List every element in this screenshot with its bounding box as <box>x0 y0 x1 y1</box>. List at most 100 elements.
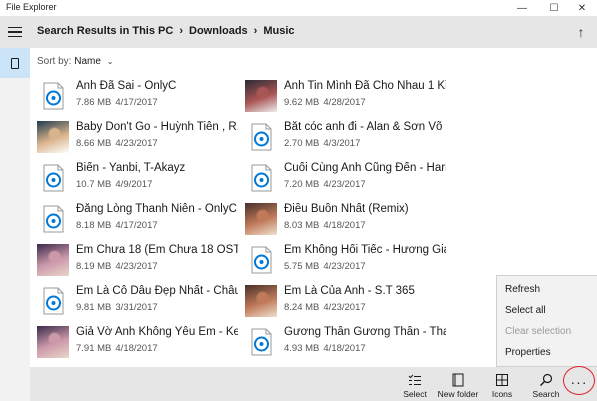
file-date: 4/18/2017 <box>323 343 366 354</box>
file-name: Đắng Lòng Thanh Niên - OnlyC , <box>76 203 238 215</box>
close-button[interactable]: ✕ <box>567 0 597 16</box>
file-meta: 8.66 MB 4/23/2017 <box>76 138 158 149</box>
breadcrumb-item-downloads[interactable]: Downloads <box>189 25 248 37</box>
file-date: 4/18/2017 <box>115 343 158 354</box>
file-item[interactable]: Anh Tin Mình Đã Cho Nhau 1 Kỉ 9.62 MB 4/28… <box>238 77 446 115</box>
new-folder-button[interactable]: New folder <box>436 367 480 401</box>
menu-item-refresh[interactable]: Refresh <box>505 284 540 295</box>
command-bar: Select New folder Icons Search <box>30 367 597 401</box>
address-bar: Search Results in This PC › Downloads › … <box>0 16 597 48</box>
breadcrumb-item-music[interactable]: Music <box>263 25 294 37</box>
search-button-label: Search <box>532 389 560 399</box>
file-item[interactable]: Em Chưa 18 (Em Chưa 18 OST)- V 8.19 MB4/2… <box>30 241 238 279</box>
file-name: Em Không Hối Tiếc - Hương Giar <box>284 244 446 256</box>
icons-view-button-label: Icons <box>491 389 513 399</box>
file-size: 2.70 MB <box>284 138 320 149</box>
file-item[interactable]: Em Là Của Anh - S.T 365 8.24 MB 4/23/2017 <box>238 282 443 320</box>
file-date: 4/17/2017 <box>115 220 158 231</box>
file-name: Cuối Cùng Anh Cũng Đến - Hari <box>284 162 446 174</box>
file-size: 7.86 MB <box>76 97 112 108</box>
icons-view-button[interactable]: Icons <box>488 367 516 401</box>
album-art-thumbnail <box>37 326 69 358</box>
grid-view-icon <box>496 374 508 386</box>
file-item[interactable]: Bắt cóc anh đi - Alan & Sơn Võ 2.70 MB 4/3… <box>238 118 443 156</box>
music-file-icon <box>43 164 64 192</box>
file-date: 4/23/2017 <box>115 138 158 149</box>
file-size: 7.91 MB <box>76 343 112 354</box>
file-date: 4/23/2017 <box>323 179 366 190</box>
new-folder-button-label: New folder <box>437 389 479 399</box>
select-button-label: Select <box>403 389 427 399</box>
file-meta: 7.20 MB 4/23/2017 <box>284 179 366 190</box>
select-button[interactable]: Select <box>400 367 430 401</box>
file-meta: 7.91 MB 4/18/2017 <box>76 343 158 354</box>
file-name: Anh Đã Sai - OnlyC <box>76 80 177 92</box>
file-date: 3/31/2017 <box>115 302 158 313</box>
tablet-icon <box>11 57 19 69</box>
file-date: 4/23/2017 <box>323 261 366 272</box>
file-meta: 9.81 MB 3/31/2017 <box>76 302 158 313</box>
file-size: 8.03 MB <box>284 220 320 231</box>
file-item[interactable]: Giả Vờ Anh Không Yêu Em - Kelv 7.91 MB 4/1… <box>30 323 238 361</box>
music-file-icon <box>43 287 64 315</box>
up-button[interactable]: ↑ <box>571 22 591 42</box>
hamburger-menu-button[interactable] <box>0 16 30 48</box>
chevron-down-icon: ⌄ <box>106 57 114 66</box>
window-title: File Explorer <box>6 2 57 12</box>
file-item[interactable]: Gương Thần Gương Thần - Than 4.93 MB 4/18/… <box>238 323 446 361</box>
sort-control[interactable]: Sort by: Name ⌄ <box>37 56 113 67</box>
file-item[interactable]: Điều Buồn Nhất (Remix) 8.03 MB 4/18/2017 <box>238 200 443 238</box>
maximize-icon: ☐ <box>549 2 559 14</box>
file-date: 4/9/2017 <box>115 179 153 190</box>
music-file-icon <box>251 164 272 192</box>
file-meta: 8.18 MB 4/17/2017 <box>76 220 158 231</box>
file-size: 9.62 MB <box>284 97 320 108</box>
file-item[interactable]: Đắng Lòng Thanh Niên - OnlyC , 8.18 MB 4/1… <box>30 200 238 238</box>
music-file-icon <box>251 328 272 356</box>
album-art-thumbnail <box>37 121 69 153</box>
file-item[interactable]: Anh Đã Sai - OnlyC 7.86 MB 4/17/2017 <box>30 77 235 115</box>
file-meta: 2.70 MB 4/3/2017 <box>284 138 360 149</box>
file-size: 9.81 MB <box>76 302 112 313</box>
file-name: Em Là Của Anh - S.T 365 <box>284 285 415 297</box>
file-date: 4/28/2017 <box>323 97 366 108</box>
file-item[interactable]: Baby Don't Go - Huỳnh Tiên , R.T 8.66 MB 4… <box>30 118 238 156</box>
file-name: Gương Thần Gương Thần - Than <box>284 326 446 338</box>
minimize-icon: — <box>517 2 527 14</box>
file-size: 5.75 MB <box>284 261 320 272</box>
sort-value: Name <box>74 56 101 67</box>
music-file-icon <box>43 205 64 233</box>
file-date: 4/23/2017 <box>323 302 366 313</box>
new-folder-icon <box>452 373 464 387</box>
file-date: 4/18/2017 <box>323 220 366 231</box>
nav-item-selected[interactable] <box>0 48 30 78</box>
minimize-button[interactable]: — <box>507 0 537 16</box>
search-button[interactable]: Search <box>530 367 562 401</box>
music-file-icon <box>43 82 64 110</box>
file-date: 4/23/2017 <box>115 261 158 272</box>
file-size: 7.20 MB <box>284 179 320 190</box>
sort-label: Sort by: <box>37 56 72 67</box>
file-item[interactable]: Em Là Cô Dâu Đẹp Nhất - Châu I 9.81 MB 3/3… <box>30 282 238 320</box>
menu-item-select-all[interactable]: Select all <box>505 305 546 316</box>
file-name: Anh Tin Mình Đã Cho Nhau 1 Kỉ <box>284 80 446 92</box>
file-meta: 9.62 MB 4/28/2017 <box>284 97 366 108</box>
hamburger-icon <box>8 26 22 29</box>
file-size: 10.7 MB <box>76 179 112 190</box>
file-name: Baby Don't Go - Huỳnh Tiên , R.T <box>76 121 238 133</box>
highlight-annotation-circle <box>563 366 595 395</box>
album-art-thumbnail <box>245 80 277 112</box>
file-item[interactable]: Biến - Yanbi, T-Akayz 10.7 MB 4/9/2017 <box>30 159 235 197</box>
context-menu: Refresh Select all Clear selection Prope… <box>496 275 597 367</box>
maximize-button[interactable]: ☐ <box>539 0 569 16</box>
breadcrumb-separator-icon: › <box>253 25 258 37</box>
menu-item-properties[interactable]: Properties <box>505 347 551 358</box>
music-file-icon <box>251 246 272 274</box>
file-item[interactable]: Cuối Cùng Anh Cũng Đến - Hari 7.20 MB 4/23… <box>238 159 446 197</box>
file-size: 8.19 MB <box>76 261 112 272</box>
title-bar: File Explorer — ☐ ✕ <box>0 0 597 16</box>
breadcrumb-item-search-results[interactable]: Search Results in This PC <box>37 25 173 37</box>
file-name: Điều Buồn Nhất (Remix) <box>284 203 409 215</box>
hamburger-icon-line <box>8 31 22 33</box>
file-item[interactable]: Em Không Hối Tiếc - Hương Giar 5.75 MB 4/2… <box>238 241 446 279</box>
